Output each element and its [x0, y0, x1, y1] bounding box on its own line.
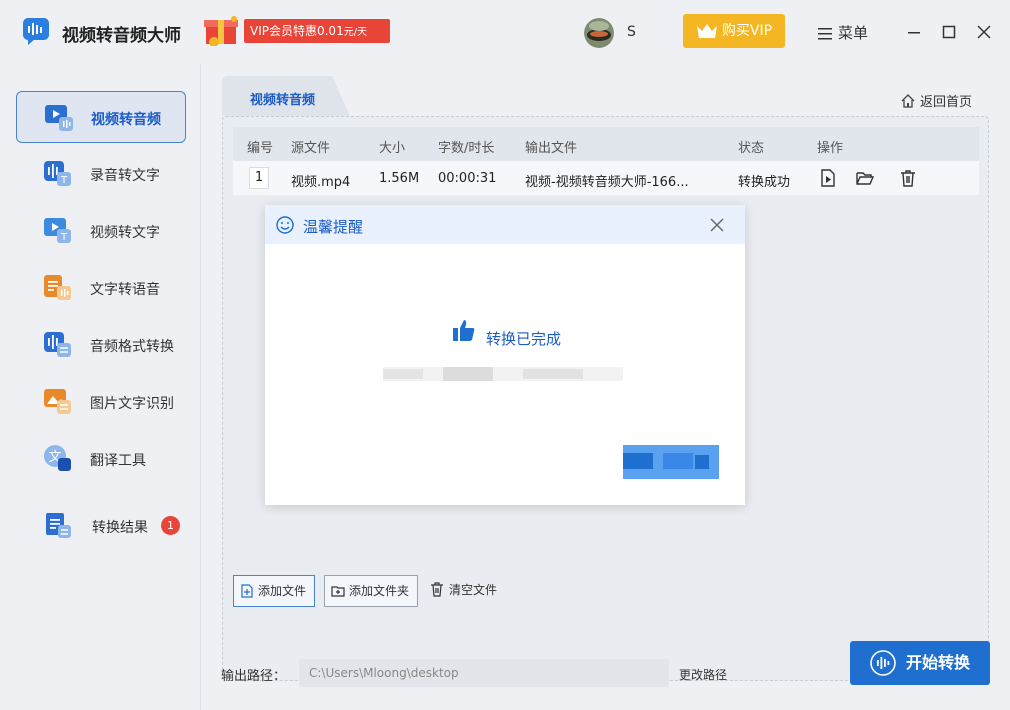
dialog-header: 温馨提醒: [265, 205, 745, 244]
buy-vip-label: 购买VIP: [721, 23, 773, 39]
row-number: 1: [249, 167, 269, 189]
vip-promo-text: VIP会员特惠0.01: [250, 24, 344, 38]
output-file: 视频-视频转音频大师-166...: [525, 175, 689, 190]
menu-button[interactable]: 菜单: [818, 22, 868, 44]
sidebar-item-results[interactable]: 转换结果 1: [16, 500, 186, 552]
column-header: 源文件: [291, 141, 331, 156]
confirm-button[interactable]: [623, 445, 719, 479]
sidebar: 视频转音频 T 录音转文字 T 视频转文字 文字转语音 音频格式转换 图片文字识…: [0, 64, 201, 710]
user-name: S: [627, 24, 636, 40]
menu-icon: [818, 27, 832, 39]
close-icon[interactable]: [708, 216, 726, 234]
thumbs-up-icon: [453, 320, 475, 341]
home-icon: [901, 94, 915, 108]
completion-dialog: 温馨提醒 转换已完成: [265, 205, 745, 505]
add-file-label: 添加文件: [258, 584, 307, 598]
change-path-link[interactable]: 更改路径: [679, 666, 727, 683]
maximize-icon[interactable]: [939, 22, 959, 42]
sidebar-item-label: 文字转语音: [90, 282, 160, 298]
clear-files-label: 清空文件: [449, 583, 498, 597]
add-file-icon: [241, 584, 253, 598]
translate-icon: 文: [44, 445, 71, 471]
home-link-label: 返回首页: [920, 95, 973, 110]
status-text: 转换成功: [738, 175, 791, 190]
column-header: 字数/时长: [438, 141, 495, 156]
dialog-message: 转换已完成: [486, 330, 562, 348]
menu-label: 菜单: [838, 24, 869, 42]
buy-vip-button[interactable]: 购买VIP: [683, 14, 785, 48]
open-folder-icon[interactable]: [855, 168, 875, 188]
sidebar-item-label: 视频转音频: [91, 112, 161, 128]
svg-text:T: T: [60, 232, 68, 243]
smile-icon: [276, 216, 294, 234]
app-logo-icon: [23, 18, 49, 45]
dialog-title: 温馨提醒: [303, 218, 364, 236]
video-to-text-icon: T: [44, 218, 71, 243]
column-header: 状态: [738, 141, 765, 156]
gift-icon: [204, 16, 238, 46]
sidebar-item-video-to-audio[interactable]: 视频转音频: [16, 91, 186, 143]
sidebar-item-audio-format[interactable]: 音频格式转换: [16, 319, 186, 371]
close-window-icon[interactable]: [974, 22, 994, 42]
sidebar-item-recording-to-text[interactable]: T 录音转文字: [16, 148, 186, 200]
image-ocr-icon: [44, 389, 71, 414]
sidebar-item-label: 音频格式转换: [90, 339, 174, 355]
sidebar-item-text-to-speech[interactable]: 文字转语音: [16, 262, 186, 314]
file-size: 1.56M: [379, 171, 420, 186]
column-header: 输出文件: [525, 141, 578, 156]
sidebar-item-label: 转换结果: [92, 520, 148, 536]
app-title: 视频转音频大师: [62, 26, 181, 46]
sidebar-item-video-to-text[interactable]: T 视频转文字: [16, 205, 186, 257]
clear-files-button[interactable]: 清空文件: [423, 575, 505, 607]
sidebar-item-label: 录音转文字: [90, 168, 160, 184]
column-header: 编号: [247, 141, 274, 156]
column-header: 大小: [379, 141, 406, 156]
add-folder-icon: [331, 586, 345, 597]
video-to-audio-icon: [45, 105, 73, 131]
tab-video-to-audio[interactable]: 视频转音频: [222, 76, 352, 116]
table-row[interactable]: 1 视频.mp4 1.56M 00:00:31 视频-视频转音频大师-166..…: [233, 161, 979, 195]
sidebar-item-label: 视频转文字: [90, 225, 160, 241]
add-folder-button[interactable]: 添加文件夹: [324, 575, 419, 607]
start-convert-button[interactable]: 开始转换: [850, 641, 990, 685]
audio-format-icon: [44, 332, 71, 357]
sidebar-item-label: 翻译工具: [90, 453, 146, 469]
play-file-icon[interactable]: [818, 168, 838, 188]
recording-to-text-icon: T: [44, 161, 71, 186]
sidebar-item-label: 图片文字识别: [90, 396, 174, 412]
output-path-field[interactable]: C:\Users\Mloong\desktop: [299, 659, 669, 687]
add-folder-label: 添加文件夹: [349, 584, 410, 598]
table-header: 编号 源文件 大小 字数/时长 输出文件 状态 操作: [233, 127, 979, 161]
vip-promo-banner[interactable]: VIP会员特惠0.01元/天: [196, 14, 392, 46]
tab-label: 视频转音频: [250, 93, 316, 108]
crown-icon: [696, 24, 717, 38]
title-bar: 视频转音频大师 VIP会员特惠0.01元/天 S 购买VIP 菜单: [0, 0, 1010, 64]
start-convert-label: 开始转换: [906, 653, 971, 672]
trash-icon: [431, 582, 443, 597]
column-header: 操作: [817, 141, 844, 156]
sidebar-item-translate[interactable]: 文 翻译工具: [16, 433, 186, 485]
file-duration: 00:00:31: [438, 171, 497, 186]
home-link[interactable]: 返回首页: [900, 91, 972, 110]
output-path-label: 输出路径：: [221, 669, 287, 684]
convert-icon: [870, 650, 896, 676]
vip-promo-unit: 元/天: [343, 27, 368, 38]
svg-text:T: T: [60, 175, 68, 186]
results-count-badge: 1: [161, 516, 180, 535]
source-file: 视频.mp4: [291, 175, 351, 190]
blurred-text: [383, 367, 623, 381]
text-to-speech-icon: [44, 275, 71, 300]
delete-icon[interactable]: [898, 168, 918, 188]
minimize-icon[interactable]: [904, 22, 924, 42]
results-icon: [46, 513, 71, 538]
add-file-button[interactable]: 添加文件: [233, 575, 316, 607]
avatar[interactable]: [584, 18, 614, 48]
sidebar-item-image-ocr[interactable]: 图片文字识别: [16, 376, 186, 428]
